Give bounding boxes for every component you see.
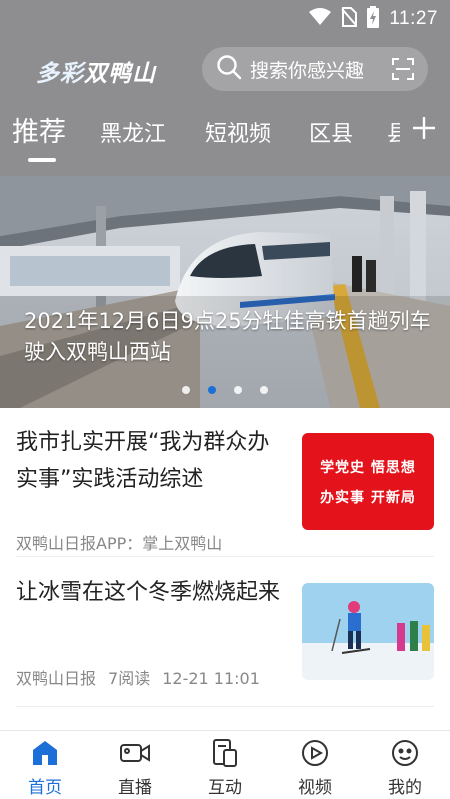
news-meta: 双鸭山日报APP：掌上双鸭山 <box>16 530 234 554</box>
banner-caption[interactable]: 2021年12月6日9点25分牡佳高铁首趟列车驶入双鸭山西站 <box>24 306 434 368</box>
play-icon <box>270 737 360 769</box>
status-time: 11:27 <box>389 8 438 29</box>
status-icons: 11:27 <box>309 6 438 32</box>
channel-tabs: 推荐 黑龙江 短视频 区县 县 <box>0 110 450 170</box>
news-source: 双鸭山日报 <box>16 669 97 688</box>
news-list: 我市扎实开展“我为群众办实事”实践活动综述 双鸭山日报APP：掌上双鸭山 学党史… <box>0 408 450 730</box>
nav-home[interactable]: 首页 <box>0 737 90 798</box>
news-source: 双鸭山日报APP：掌上双鸭山 <box>16 534 223 553</box>
search-icon <box>216 54 242 84</box>
thumb-text: 办实事 开新局 <box>320 489 416 506</box>
carousel-dot[interactable] <box>182 386 190 394</box>
no-sim-icon <box>341 7 358 31</box>
nav-label: 互动 <box>208 778 242 798</box>
news-thumbnail[interactable] <box>302 583 434 680</box>
news-item[interactable]: 我市扎实开展“我为群众办实事”实践活动综述 双鸭山日报APP：掌上双鸭山 学党史… <box>16 424 434 553</box>
add-channel-icon[interactable] <box>412 116 436 144</box>
thumb-text: 学党史 悟思想 <box>320 459 416 476</box>
user-icon <box>360 737 450 769</box>
carousel-dot[interactable] <box>234 386 242 394</box>
search-input[interactable]: 搜索你感兴趣 <box>250 56 380 83</box>
banner-image-train <box>0 176 450 408</box>
nav-live[interactable]: 直播 <box>90 737 180 798</box>
interact-icon <box>180 737 270 769</box>
divider <box>16 706 434 707</box>
carousel-dots <box>0 386 450 394</box>
battery-icon <box>367 6 380 32</box>
logo-text-2: 双鸭山 <box>84 61 156 87</box>
ski-image <box>302 583 434 680</box>
scan-icon[interactable] <box>392 58 414 84</box>
tab-county[interactable]: 县 <box>387 116 400 148</box>
tab-recommend[interactable]: 推荐 <box>12 110 66 149</box>
header: 多彩双鸭山 搜索你感兴趣 推荐 黑龙江 短视频 区县 县 <box>0 36 450 176</box>
tab-district[interactable]: 区县 <box>309 116 353 148</box>
video-camera-icon <box>90 737 180 769</box>
news-title[interactable]: 让冰雪在这个冬季燃烧起来 <box>16 574 291 611</box>
news-read-count: 7阅读 <box>108 669 151 688</box>
banner-carousel[interactable]: 2021年12月6日9点25分牡佳高铁首趟列车驶入双鸭山西站 <box>0 176 450 408</box>
wifi-icon <box>309 8 332 30</box>
nav-label: 直播 <box>118 778 152 798</box>
active-tab-indicator <box>28 158 56 162</box>
news-item[interactable]: 让冰雪在这个冬季燃烧起来 双鸭山日报 7阅读 12-21 11:01 <box>16 574 434 698</box>
nav-label: 视频 <box>298 778 332 798</box>
news-thumbnail[interactable]: 学党史 悟思想 办实事 开新局 <box>302 433 434 530</box>
bottom-nav: 首页 直播 互动 视频 我的 <box>0 730 450 799</box>
app-logo[interactable]: 多彩双鸭山 <box>36 54 156 88</box>
divider <box>16 556 434 557</box>
nav-label: 首页 <box>28 778 62 798</box>
news-title[interactable]: 我市扎实开展“我为群众办实事”实践活动综述 <box>16 424 291 498</box>
nav-mine[interactable]: 我的 <box>360 737 450 798</box>
news-meta: 双鸭山日报 7阅读 12-21 11:01 <box>16 665 272 689</box>
nav-video[interactable]: 视频 <box>270 737 360 798</box>
tab-short-video[interactable]: 短视频 <box>205 116 271 148</box>
nav-interact[interactable]: 互动 <box>180 737 270 798</box>
home-icon <box>0 737 90 769</box>
logo-text-1: 多彩 <box>36 61 84 87</box>
search-box[interactable]: 搜索你感兴趣 <box>202 47 428 91</box>
status-bar: 11:27 <box>0 0 450 36</box>
carousel-dot-active[interactable] <box>208 386 216 394</box>
news-time: 12-21 11:01 <box>162 669 260 688</box>
nav-label: 我的 <box>388 778 422 798</box>
tab-heilongjiang[interactable]: 黑龙江 <box>100 116 166 148</box>
carousel-dot[interactable] <box>260 386 268 394</box>
